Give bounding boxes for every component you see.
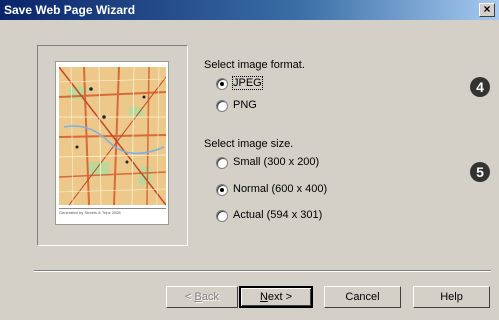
preview-page: Generated by Streets & Trips 2008 (55, 61, 169, 225)
window-title: Save Web Page Wizard (4, 3, 136, 17)
back-button[interactable]: < Back (166, 286, 238, 308)
next-button[interactable]: Next > (239, 286, 313, 308)
normal-size-radio[interactable] (216, 184, 228, 196)
title-bar[interactable]: Save Web Page Wizard × (0, 0, 499, 20)
actual-size-radio[interactable] (216, 210, 228, 222)
preview-caption: Generated by Streets & Trips 2008 (59, 210, 121, 215)
close-icon: × (483, 2, 491, 16)
actual-size-label[interactable]: Actual (594 x 301) (233, 209, 322, 221)
cancel-button[interactable]: Cancel (324, 286, 401, 308)
png-radio[interactable] (216, 100, 228, 112)
small-size-radio[interactable] (216, 157, 228, 169)
help-button[interactable]: Help (413, 286, 490, 308)
format-heading: Select image format. (204, 59, 305, 71)
size-heading: Select image size. (204, 138, 294, 150)
close-button[interactable]: × (479, 3, 495, 17)
save-web-page-wizard-dialog: Save Web Page Wizard × Generated by Stre… (0, 0, 499, 320)
small-size-label[interactable]: Small (300 x 200) (233, 156, 319, 168)
map-image (59, 67, 166, 205)
normal-size-label[interactable]: Normal (600 x 400) (233, 183, 327, 195)
caption-divider (59, 208, 166, 209)
map-thumbnail (59, 67, 166, 205)
png-label[interactable]: PNG (233, 99, 257, 111)
step-4-badge: 4 (470, 77, 490, 97)
button-separator (34, 270, 491, 272)
jpeg-radio[interactable] (216, 78, 228, 90)
jpeg-label[interactable]: JPEG (232, 76, 263, 90)
step-5-badge: 5 (470, 162, 490, 182)
